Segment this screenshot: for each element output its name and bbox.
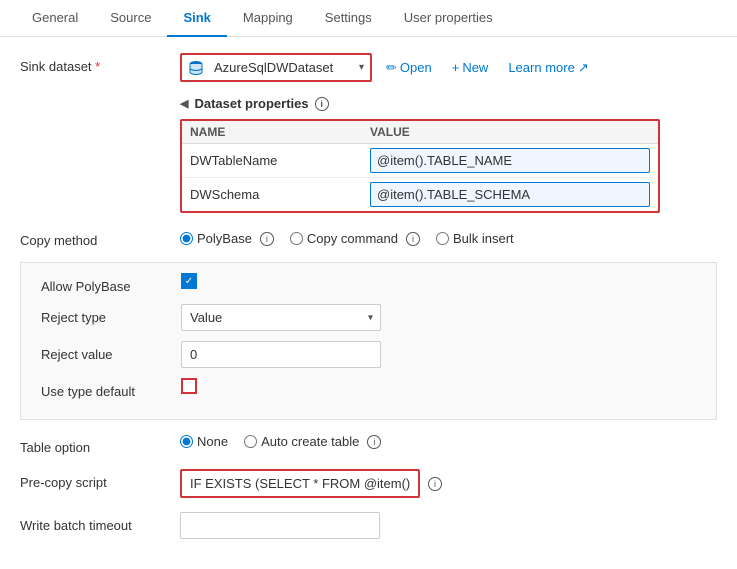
tab-general[interactable]: General	[16, 0, 94, 37]
dataset-properties-section: ◀ Dataset properties i NAME VALUE DWTabl…	[180, 96, 717, 213]
reject-value-control	[181, 341, 696, 368]
radio-bulk-insert-label: Bulk insert	[453, 231, 514, 246]
tab-sink[interactable]: Sink	[167, 0, 226, 37]
copy-method-label: Copy method	[20, 227, 180, 248]
radio-polybase[interactable]: PolyBase i	[180, 231, 274, 246]
learn-more-button[interactable]: Learn more ↗	[502, 56, 594, 80]
prop-value-dwschema	[362, 178, 658, 211]
sink-dataset-label: Sink dataset *	[20, 53, 180, 74]
radio-auto-create-table[interactable]: Auto create table i	[244, 434, 381, 449]
dataset-row: AzureSqlDWDataset ▾ ✏ Open + New Learn m…	[180, 53, 595, 82]
sink-content: Sink dataset * AzureSqlDWDataset	[0, 37, 737, 569]
write-batch-timeout-label: Write batch timeout	[20, 512, 180, 533]
col-value-header: VALUE	[370, 125, 650, 139]
table-option-row: Table option None Auto create table i	[20, 434, 717, 455]
allow-polybase-row: Allow PolyBase ✓	[21, 273, 716, 294]
write-batch-timeout-row: Write batch timeout	[20, 512, 717, 539]
dataset-properties-table: NAME VALUE DWTableName DWSchema	[180, 119, 660, 213]
tab-settings[interactable]: Settings	[309, 0, 388, 37]
db-icon	[182, 56, 210, 80]
prop-name-dwschema: DWSchema	[182, 181, 362, 208]
pre-copy-script-input[interactable]	[180, 469, 420, 498]
radio-auto-create-label: Auto create table	[261, 434, 359, 449]
table-option-group: None Auto create table i	[180, 434, 381, 449]
allow-polybase-checkbox[interactable]: ✓	[181, 273, 197, 289]
sink-dataset-row: Sink dataset * AzureSqlDWDataset	[20, 53, 717, 82]
radio-copy-command-label: Copy command	[307, 231, 398, 246]
reject-type-control: Value Percentage ▾	[181, 304, 696, 331]
radio-none[interactable]: None	[180, 434, 228, 449]
collapse-arrow-icon[interactable]: ◀	[180, 97, 188, 110]
write-batch-timeout-input[interactable]	[180, 512, 380, 539]
plus-icon: +	[452, 60, 460, 75]
use-type-default-label: Use type default	[41, 378, 181, 399]
reject-value-row: Reject value	[21, 341, 716, 368]
allow-polybase-label: Allow PolyBase	[41, 273, 181, 294]
prop-value-dwtablename	[362, 144, 658, 177]
radio-none-label: None	[197, 434, 228, 449]
reject-type-wrapper: Value Percentage ▾	[181, 304, 381, 331]
prop-row-dwschema: DWSchema	[182, 178, 658, 211]
sink-dataset-control: AzureSqlDWDataset ▾ ✏ Open + New Learn m…	[180, 53, 717, 82]
checkmark-icon: ✓	[185, 276, 193, 287]
radio-none-input[interactable]	[180, 435, 193, 448]
reject-value-input[interactable]	[181, 341, 381, 368]
copy-command-info-icon[interactable]: i	[406, 232, 420, 246]
reject-type-row: Reject type Value Percentage ▾	[21, 304, 716, 331]
dataset-properties-header: ◀ Dataset properties i	[180, 96, 717, 111]
radio-bulk-insert-input[interactable]	[436, 232, 449, 245]
copy-method-radio-group: PolyBase i Copy command i Bulk insert	[180, 227, 514, 246]
table-option-control: None Auto create table i	[180, 434, 717, 449]
auto-create-info-icon[interactable]: i	[367, 435, 381, 449]
allow-polybase-control: ✓	[181, 273, 696, 289]
copy-method-control: PolyBase i Copy command i Bulk insert	[180, 227, 717, 246]
tab-mapping[interactable]: Mapping	[227, 0, 309, 37]
edit-pencil-icon: ✏	[386, 60, 397, 76]
reject-value-label: Reject value	[41, 341, 181, 362]
pre-copy-script-label: Pre-copy script	[20, 469, 180, 490]
prop-name-dwtablename: DWTableName	[182, 147, 362, 174]
prop-row-dwtablename: DWTableName	[182, 144, 658, 178]
reject-type-label: Reject type	[41, 304, 181, 325]
open-dataset-button[interactable]: ✏ Open	[380, 56, 438, 80]
table-option-label: Table option	[20, 434, 180, 455]
radio-copy-command[interactable]: Copy command i	[290, 231, 420, 246]
pre-copy-script-info-icon[interactable]: i	[428, 477, 442, 491]
use-type-default-row: Use type default	[21, 378, 716, 399]
polybase-settings: Allow PolyBase ✓ Reject type Value Perce…	[20, 262, 717, 420]
required-marker: *	[95, 59, 100, 74]
reject-type-dropdown[interactable]: Value Percentage	[181, 304, 381, 331]
radio-copy-command-input[interactable]	[290, 232, 303, 245]
new-dataset-button[interactable]: + New	[446, 56, 495, 79]
external-link-icon: ↗	[578, 60, 589, 76]
radio-auto-create-input[interactable]	[244, 435, 257, 448]
copy-method-row: Copy method PolyBase i Copy command i Bu…	[20, 227, 717, 248]
dwschema-input[interactable]	[370, 182, 650, 207]
write-batch-timeout-control	[180, 512, 717, 539]
radio-polybase-label: PolyBase	[197, 231, 252, 246]
radio-polybase-input[interactable]	[180, 232, 193, 245]
dataset-properties-info-icon[interactable]: i	[315, 97, 329, 111]
use-type-default-checkbox[interactable]	[181, 378, 197, 394]
tab-source[interactable]: Source	[94, 0, 167, 37]
polybase-info-icon[interactable]: i	[260, 232, 274, 246]
tab-bar: General Source Sink Mapping Settings Use…	[0, 0, 737, 37]
dwtablename-input[interactable]	[370, 148, 650, 173]
tab-user-properties[interactable]: User properties	[388, 0, 509, 37]
use-type-default-control	[181, 378, 696, 394]
dataset-select-wrapper: AzureSqlDWDataset ▾	[180, 53, 372, 82]
radio-bulk-insert[interactable]: Bulk insert	[436, 231, 514, 246]
properties-table-header: NAME VALUE	[182, 121, 658, 144]
dataset-dropdown[interactable]: AzureSqlDWDataset	[210, 55, 370, 80]
col-name-header: NAME	[190, 125, 370, 139]
pre-copy-script-control: i	[180, 469, 717, 498]
pre-copy-script-row: Pre-copy script i	[20, 469, 717, 498]
